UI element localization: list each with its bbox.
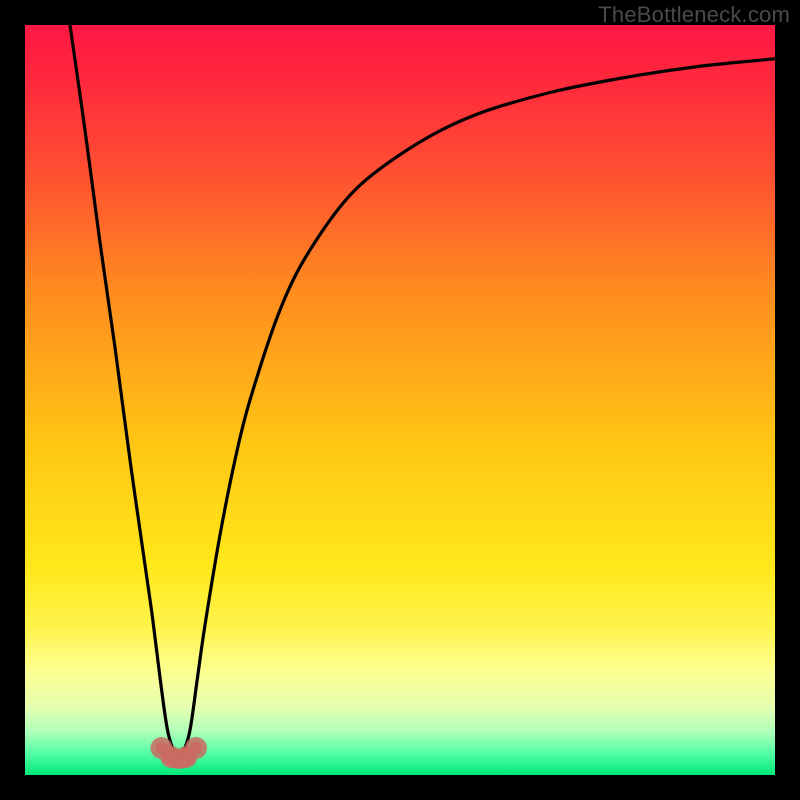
watermark-text: TheBottleneck.com bbox=[598, 2, 790, 28]
highlight-point-inner bbox=[165, 751, 177, 763]
highlight-marker-group bbox=[151, 737, 208, 768]
bottleneck-curve bbox=[70, 25, 775, 755]
highlight-point-inner bbox=[156, 742, 168, 754]
chart-plot-area bbox=[25, 25, 775, 775]
highlight-point-inner bbox=[190, 742, 202, 754]
chart-curve-layer bbox=[25, 25, 775, 775]
highlight-point-inner bbox=[180, 751, 192, 763]
